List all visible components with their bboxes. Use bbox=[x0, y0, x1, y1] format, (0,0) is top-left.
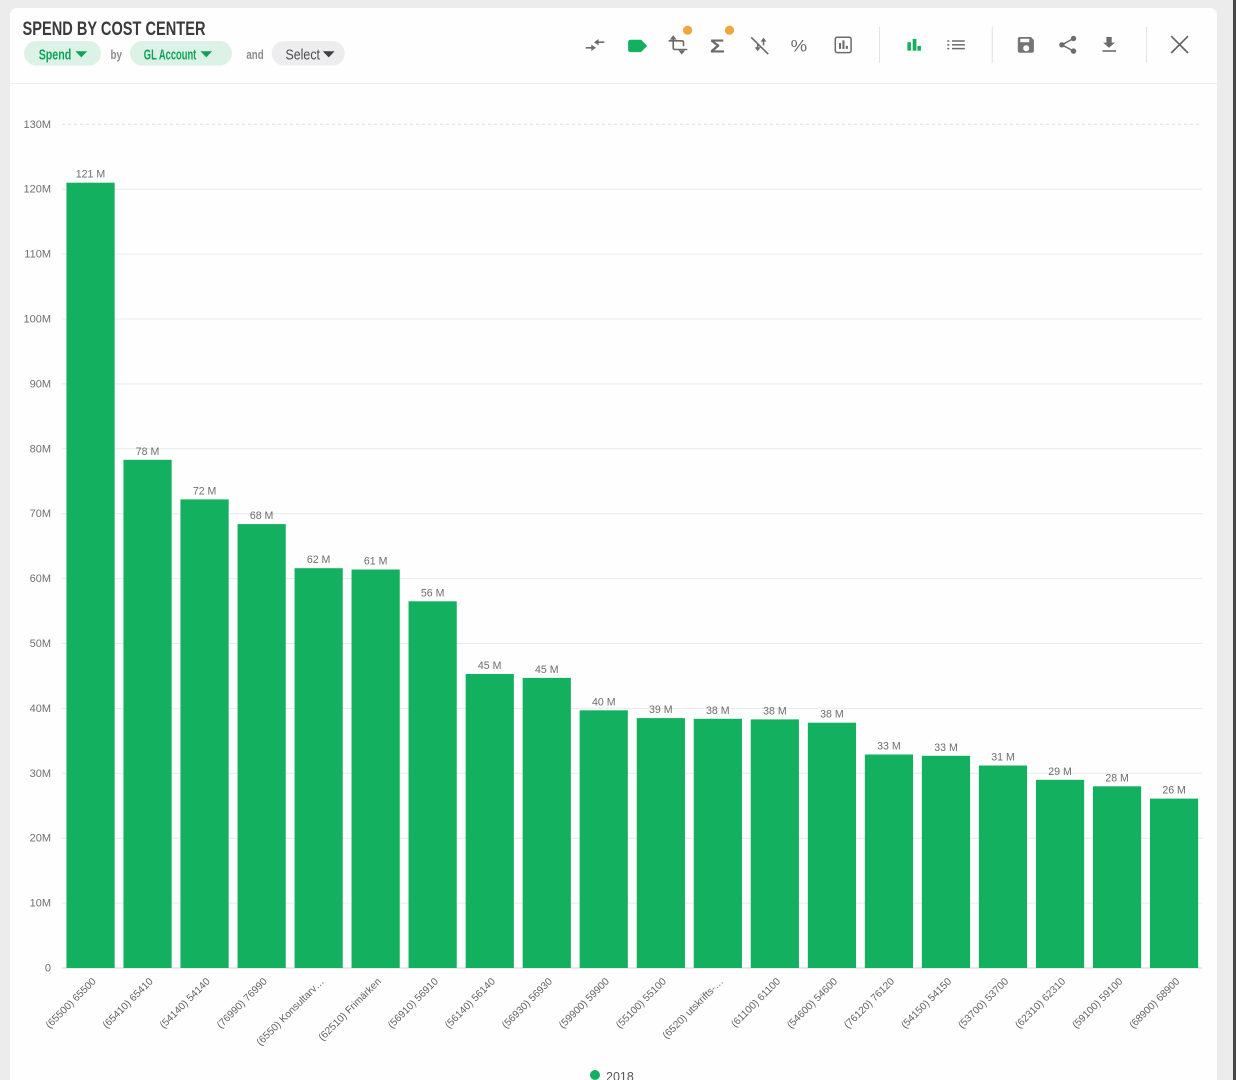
svg-text:SPEND BY COST CENTER: SPEND BY COST CENTER bbox=[23, 19, 206, 40]
svg-text:62 M: 62 M bbox=[307, 554, 331, 566]
svg-text:26 M: 26 M bbox=[1162, 785, 1186, 797]
svg-text:and: and bbox=[246, 48, 263, 62]
svg-text:2018: 2018 bbox=[606, 1070, 634, 1080]
svg-text:(59100) 59100: (59100) 59100 bbox=[1071, 976, 1126, 1031]
svg-text:100M: 100M bbox=[23, 314, 51, 326]
svg-text:(56140) 56140: (56140) 56140 bbox=[443, 976, 498, 1031]
svg-text:(76120) 76120: (76120) 76120 bbox=[842, 976, 897, 1031]
svg-text:(68900) 68900: (68900) 68900 bbox=[1128, 976, 1183, 1031]
svg-text:33 M: 33 M bbox=[934, 742, 958, 754]
svg-text:38 M: 38 M bbox=[763, 705, 787, 717]
svg-text:45 M: 45 M bbox=[535, 664, 559, 676]
svg-text:78 M: 78 M bbox=[136, 446, 160, 458]
svg-text:80M: 80M bbox=[30, 443, 51, 455]
svg-text:90M: 90M bbox=[30, 378, 51, 390]
svg-text:(59900) 59900: (59900) 59900 bbox=[557, 976, 612, 1031]
svg-text:(76990) 76990: (76990) 76990 bbox=[215, 976, 270, 1031]
svg-text:10M: 10M bbox=[30, 898, 51, 910]
svg-text:28 M: 28 M bbox=[1105, 772, 1129, 784]
svg-text:(65500) 65500: (65500) 65500 bbox=[44, 976, 99, 1031]
svg-text:%: % bbox=[791, 37, 808, 56]
svg-text:0: 0 bbox=[45, 963, 51, 975]
svg-text:38 M: 38 M bbox=[820, 709, 844, 721]
svg-text:(55100) 55100: (55100) 55100 bbox=[614, 976, 669, 1031]
svg-text:GL Account: GL Account bbox=[144, 46, 197, 63]
svg-text:40 M: 40 M bbox=[592, 696, 616, 708]
svg-text:(54150) 54150: (54150) 54150 bbox=[899, 976, 954, 1031]
svg-text:29 M: 29 M bbox=[1048, 766, 1072, 778]
svg-text:50M: 50M bbox=[30, 638, 51, 650]
svg-text:(53700) 53700: (53700) 53700 bbox=[956, 976, 1011, 1031]
svg-text:Select: Select bbox=[286, 47, 321, 63]
svg-text:33 M: 33 M bbox=[877, 741, 901, 753]
svg-text:(56930) 56930: (56930) 56930 bbox=[500, 976, 555, 1031]
svg-text:(62510) Frimärken: (62510) Frimärken bbox=[317, 976, 384, 1043]
svg-text:Σ: Σ bbox=[710, 35, 725, 56]
svg-text:(62310) 62310: (62310) 62310 bbox=[1013, 976, 1068, 1031]
svg-text:(54600) 54600: (54600) 54600 bbox=[785, 976, 840, 1031]
svg-text:130M: 130M bbox=[23, 119, 51, 131]
svg-text:40M: 40M bbox=[30, 703, 51, 715]
svg-text:39 M: 39 M bbox=[649, 704, 673, 716]
svg-text:(65410) 65410: (65410) 65410 bbox=[101, 976, 156, 1031]
svg-text:31 M: 31 M bbox=[991, 752, 1015, 764]
svg-text:Spend: Spend bbox=[39, 46, 71, 63]
svg-text:72 M: 72 M bbox=[193, 485, 217, 497]
svg-text:45 M: 45 M bbox=[478, 660, 502, 672]
svg-text:70M: 70M bbox=[30, 508, 51, 520]
svg-text:56 M: 56 M bbox=[421, 587, 445, 599]
svg-text:30M: 30M bbox=[30, 768, 51, 780]
svg-text:(56910) 56910: (56910) 56910 bbox=[386, 976, 441, 1031]
svg-text:by: by bbox=[111, 48, 123, 62]
svg-text:110M: 110M bbox=[24, 249, 51, 261]
svg-text:61 M: 61 M bbox=[364, 556, 388, 568]
svg-text:121 M: 121 M bbox=[76, 169, 105, 181]
svg-text:(54140) 54140: (54140) 54140 bbox=[158, 976, 213, 1031]
svg-text:38 M: 38 M bbox=[706, 705, 730, 717]
svg-text:20M: 20M bbox=[30, 833, 51, 845]
svg-text:68 M: 68 M bbox=[250, 510, 274, 522]
svg-text:(61100) 61100: (61100) 61100 bbox=[729, 976, 783, 1030]
svg-text:120M: 120M bbox=[23, 184, 51, 196]
svg-text:60M: 60M bbox=[30, 573, 51, 585]
svg-text:(6520) utskrifts-…: (6520) utskrifts-… bbox=[661, 976, 726, 1041]
